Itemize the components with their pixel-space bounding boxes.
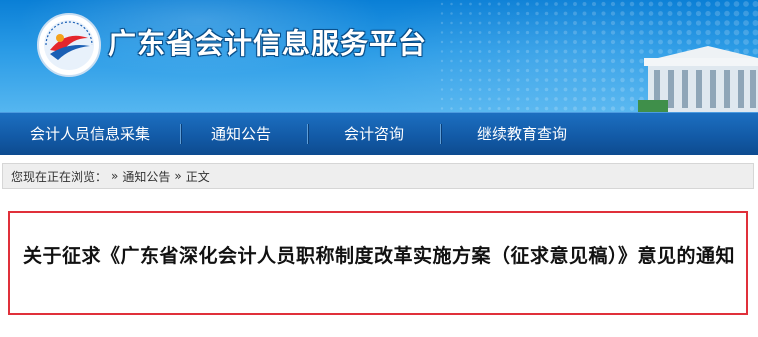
main-nav: 会计人员信息采集 通知公告 会计咨询 继续教育查询 [0, 112, 758, 155]
breadcrumb-link-notices[interactable]: 通知公告 [122, 168, 170, 185]
nav-item-education-query[interactable]: 继续教育查询 [477, 113, 567, 155]
article-title-highlight: 关于征求《广东省深化会计人员职称制度改革实施方案（征求意见稿）》意见的通知 [8, 211, 748, 315]
breadcrumb-current: 正文 [185, 169, 210, 184]
nav-divider [440, 124, 442, 144]
article-title: 关于征求《广东省深化会计人员职称制度改革实施方案（征求意见稿）》意见的通知 [22, 245, 735, 267]
site-banner: 广东省会计信息服务平台 [0, 0, 758, 112]
site-title: 广东省会计信息服务平台 [108, 27, 428, 60]
building-illustration-icon [638, 46, 758, 112]
page: 广东省会计信息服务平台 会计人员信息采集 通知公告 会计咨询 继续教育查询 您现… [0, 0, 758, 337]
content-area-edge [0, 322, 758, 337]
breadcrumb-separator: » [111, 169, 119, 183]
nav-divider [180, 124, 182, 144]
nav-item-staff-info[interactable]: 会计人员信息采集 [30, 113, 150, 155]
nav-item-notices[interactable]: 通知公告 [211, 113, 271, 155]
nav-divider [307, 124, 309, 144]
breadcrumb: 您现在正在浏览： » 通知公告 » 正文 [2, 163, 754, 189]
nav-item-consulting[interactable]: 会计咨询 [344, 113, 404, 155]
gd-accounting-logo-icon [37, 13, 101, 77]
breadcrumb-separator: » [174, 169, 182, 183]
breadcrumb-prefix: 您现在正在浏览： [11, 169, 108, 184]
